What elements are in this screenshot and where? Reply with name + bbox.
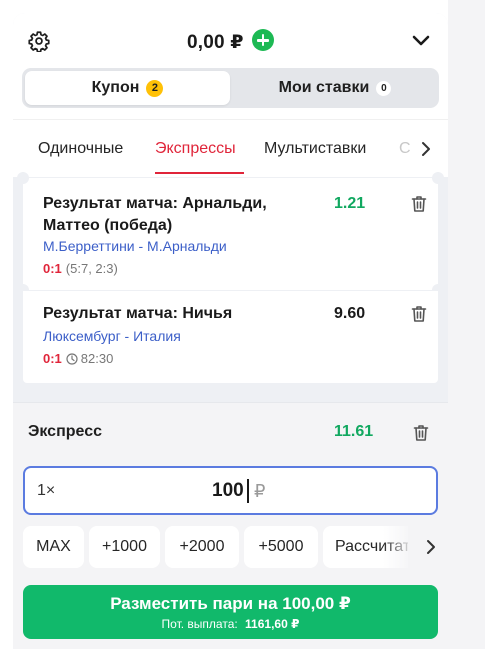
selections-list: Результат матча: Арнальди, Маттео (побед… <box>13 172 448 401</box>
stake-input[interactable]: 1× 100 ₽ <box>23 466 438 515</box>
tab-my-bets[interactable]: Мои ставки 0 <box>234 71 436 105</box>
clock-icon <box>66 352 78 365</box>
chevron-down-icon[interactable] <box>411 33 431 49</box>
tab-single[interactable]: Одиночные <box>38 140 123 158</box>
potential-payout: Пот. выплата: 1161,60 ₽ <box>23 617 438 631</box>
payout-label: Пот. выплата: <box>161 617 238 631</box>
add-2000-button[interactable]: +2000 <box>165 526 239 568</box>
tab-express[interactable]: Экспрессы <box>155 140 236 158</box>
place-bet-label: Разместить пари на 100,00 ₽ <box>110 594 351 613</box>
place-bet-button[interactable]: Разместить пари на 100,00 ₽ Пот. выплата… <box>23 585 438 639</box>
selection-score: 0:1 (5:7, 2:3) <box>43 261 118 276</box>
add-5000-button[interactable]: +5000 <box>244 526 318 568</box>
balance-amount: 0,00 ₽ <box>187 32 244 53</box>
stake-section: Экспресс 11.61 1× 100 ₽ MAX +1000 +2000 … <box>13 402 448 649</box>
quick-amounts: MAX +1000 +2000 +5000 Рассчитать <box>23 526 448 568</box>
score-detail: (5:7, 2:3) <box>65 261 118 276</box>
selection-market: Результат матча: Ничья <box>43 305 233 322</box>
chevron-right-icon[interactable] <box>424 538 438 556</box>
payout-value: 1161,60 ₽ <box>245 617 300 631</box>
selection-card: Результат матча: Арнальди, Маттео (побед… <box>17 172 444 296</box>
selection-odds: 9.60 <box>334 305 366 322</box>
score-value: 0:1 <box>43 261 62 276</box>
tab-my-bets-label: Мои ставки <box>278 79 370 96</box>
selection-card: Результат матча: Ничья 9.60 Люксембург -… <box>23 291 438 383</box>
selection-odds: 1.21 <box>334 195 366 212</box>
my-bets-count-badge: 0 <box>376 80 392 96</box>
bet-slip-header: 0,00 ₽ Купон 2 Мои ставки 0 <box>13 13 448 119</box>
match-time: 82:30 <box>80 351 114 366</box>
score-value: 0:1 <box>43 351 62 366</box>
selection-score: 0:1 82:30 <box>43 351 113 366</box>
tab-multi[interactable]: Мультиставки <box>264 140 366 158</box>
ticket-notch <box>17 172 29 184</box>
selection-teams[interactable]: М.Берреттини - М.Арнальди <box>43 238 227 254</box>
ticket-notch <box>432 172 444 184</box>
selection-teams[interactable]: Люксембург - Италия <box>43 328 181 344</box>
gear-icon[interactable] <box>28 30 50 52</box>
text-caret <box>247 479 249 503</box>
bet-type-tabs: Одиночные Экспрессы Мультиставки С <box>13 119 448 177</box>
coupon-segmented-control: Купон 2 Мои ставки 0 <box>22 68 439 108</box>
plus-circle-icon[interactable] <box>252 29 274 51</box>
add-1000-button[interactable]: +1000 <box>89 526 160 568</box>
max-stake-button[interactable]: MAX <box>23 526 84 568</box>
active-tab-indicator <box>155 172 244 174</box>
selection-market-line1: Результат матча: Арнальди, <box>43 195 267 212</box>
coupon-count-badge: 2 <box>146 79 164 97</box>
chips-fade <box>383 526 413 568</box>
trash-icon[interactable] <box>411 195 427 213</box>
selection-market-line2: Маттео (победа) <box>43 217 173 234</box>
tab-system-partial[interactable]: С <box>399 140 411 158</box>
bet-slip-panel: 0,00 ₽ Купон 2 Мои ставки 0 Одиночные Эк… <box>13 13 448 649</box>
trash-icon[interactable] <box>413 424 429 442</box>
stake-currency: ₽ <box>254 481 266 501</box>
trash-icon[interactable] <box>411 305 427 323</box>
express-total-odds: 11.61 <box>334 423 374 440</box>
page-background-strip <box>448 0 485 649</box>
tab-coupon[interactable]: Купон 2 <box>25 71 230 105</box>
stake-multiplier: 1× <box>37 482 56 499</box>
stake-value: 100 <box>212 480 244 501</box>
chevron-right-icon[interactable] <box>419 138 433 160</box>
express-label: Экспресс <box>28 423 102 440</box>
tab-coupon-label: Купон <box>91 79 140 96</box>
